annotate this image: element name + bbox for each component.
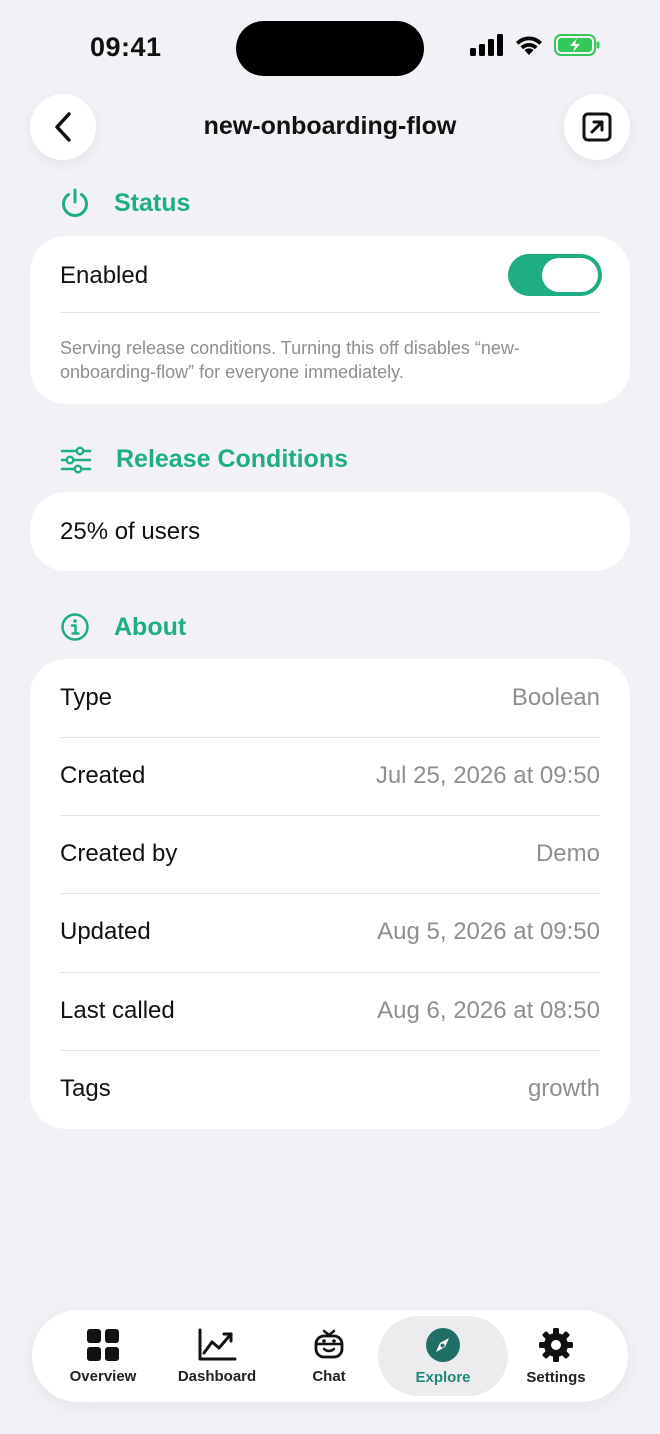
status-description: Serving release conditions. Turning this… <box>60 338 520 382</box>
status-icons <box>470 34 600 56</box>
sliders-icon <box>60 446 92 473</box>
about-row-value: Boolean <box>511 684 600 711</box>
about-row-value: Demo <box>535 840 600 867</box>
enabled-toggle[interactable] <box>508 254 602 296</box>
signal-icon <box>470 34 503 56</box>
tab-label: Chat <box>312 1367 346 1385</box>
open-external-button[interactable] <box>564 94 630 160</box>
tab-label: Explore <box>415 1368 471 1386</box>
divider <box>60 312 600 313</box>
about-row-updated: Updated Aug 5, 2026 at 09:50 <box>60 893 600 971</box>
divider <box>60 972 600 973</box>
about-row-label: Type <box>60 684 113 711</box>
about-row-label: Tags <box>60 1075 111 1102</box>
release-section-title: Release Conditions <box>116 445 348 473</box>
dynamic-island <box>236 21 424 76</box>
tab-label: Overview <box>69 1367 137 1385</box>
wifi-icon <box>516 36 542 55</box>
grid-icon <box>87 1328 119 1361</box>
about-row-label: Last called <box>60 997 175 1024</box>
tab-dashboard[interactable]: Dashboard <box>166 1310 268 1402</box>
info-icon <box>61 613 89 641</box>
about-row-tags: Tags growth <box>60 1050 600 1128</box>
robot-icon <box>314 1329 344 1358</box>
chart-icon <box>198 1328 237 1360</box>
about-row-created: Created Jul 25, 2026 at 09:50 <box>60 737 600 815</box>
divider <box>60 815 600 816</box>
about-row-value: Aug 5, 2026 at 09:50 <box>377 918 600 945</box>
release-condition-value: 25% of users <box>60 518 201 545</box>
about-row-value: growth <box>527 1075 600 1102</box>
compass-icon <box>426 1327 460 1362</box>
about-row-value: Jul 25, 2026 at 09:50 <box>375 762 600 789</box>
about-row-created-by: Created by Demo <box>60 815 600 893</box>
about-row-label: Created <box>60 762 146 789</box>
tab-settings[interactable]: Settings <box>508 1310 604 1402</box>
battery-icon <box>554 34 600 56</box>
status-bar: 09:41 <box>0 0 660 90</box>
divider <box>60 893 600 894</box>
tab-overview[interactable]: Overview <box>52 1310 154 1402</box>
tab-bar: Overview Dashboard Chat Explore Settings <box>32 1310 628 1402</box>
divider <box>60 1050 600 1051</box>
release-section-header: Release Conditions <box>60 445 348 474</box>
about-section-header: About <box>60 612 186 642</box>
divider <box>60 737 600 738</box>
tab-label: Settings <box>526 1368 586 1386</box>
tab-chat[interactable]: Chat <box>280 1310 378 1402</box>
power-icon <box>62 188 88 217</box>
release-card[interactable]: 25% of users <box>30 492 630 571</box>
tab-label: Dashboard <box>177 1367 257 1385</box>
status-card: Enabled Serving release conditions. Turn… <box>30 236 630 404</box>
about-card: Type Boolean Created Jul 25, 2026 at 09:… <box>30 659 630 1129</box>
about-row-label: Created by <box>60 840 178 867</box>
about-row-type: Type Boolean <box>60 659 600 737</box>
toggle-knob <box>542 258 598 292</box>
status-time: 09:41 <box>90 32 162 62</box>
gear-icon <box>539 1327 573 1362</box>
enabled-label: Enabled <box>60 262 149 289</box>
about-row-last-called: Last called Aug 6, 2026 at 08:50 <box>60 972 600 1050</box>
status-section-header: Status <box>60 187 190 219</box>
open-external-icon <box>582 112 612 142</box>
page-title: new-onboarding-flow <box>203 112 457 140</box>
about-row-label: Updated <box>60 918 151 945</box>
status-section-title: Status <box>114 188 191 217</box>
about-row-value: Aug 6, 2026 at 08:50 <box>377 997 600 1024</box>
about-section-title: About <box>114 612 187 641</box>
tab-explore[interactable]: Explore <box>378 1310 508 1402</box>
